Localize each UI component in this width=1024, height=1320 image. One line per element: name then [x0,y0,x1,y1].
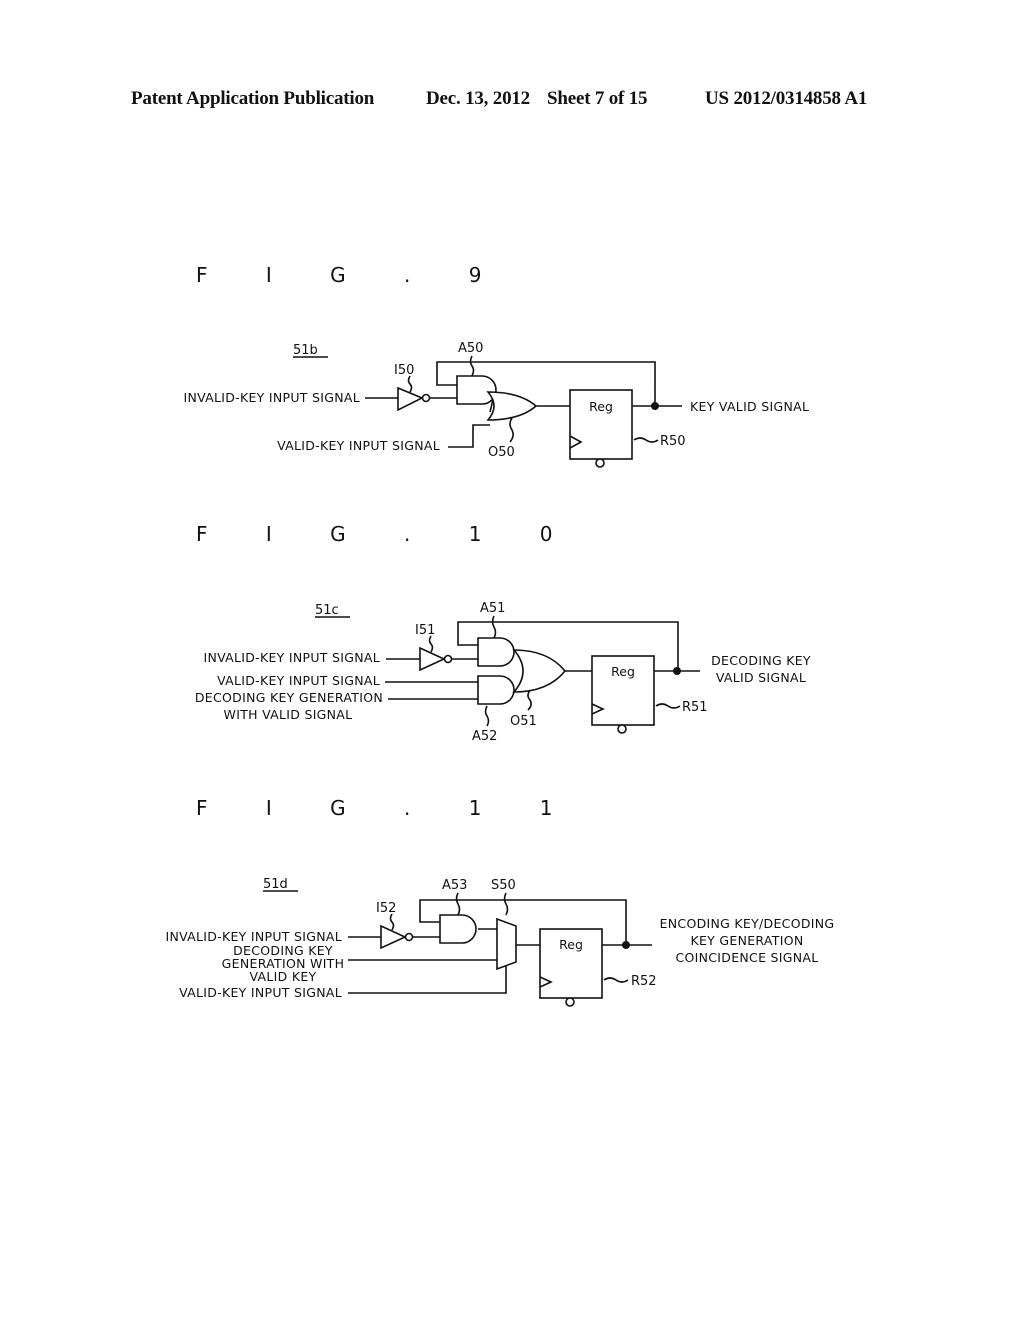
input-decoding-key-generation: DECODING KEY GENERATION [195,690,383,705]
output-decoding-key-valid-line2: VALID SIGNAL [716,670,806,685]
inverter-bubble [404,932,414,942]
and-gate [477,675,515,705]
leader-line [509,417,514,443]
reset-bubble [565,997,575,1007]
block-label-51d: 51d [263,877,288,892]
inverter-bubble [443,654,453,664]
output-decoding-key-valid: DECODING KEY [711,653,811,668]
leader-line [455,892,461,916]
ref-A53: A53 [442,878,467,893]
inverter-bubble [421,393,431,403]
input-decoding-key-generation-line3: VALID KEY [250,969,317,984]
input-invalid-key: INVALID-KEY INPUT SIGNAL [183,390,360,405]
ref-I51: I51 [415,623,435,638]
leader-line [503,892,509,916]
reset-bubble [595,458,605,468]
register-label: Reg [559,937,583,952]
ref-A50: A50 [458,341,483,356]
leader-line [603,977,629,983]
leader-line [407,375,413,393]
leader-line [491,615,497,639]
input-invalid-key: INVALID-KEY INPUT SIGNAL [165,929,342,944]
selector-mux [496,917,517,971]
leader-line [428,635,434,653]
input-valid-key: VALID-KEY INPUT SIGNAL [217,673,380,688]
wire [448,424,490,448]
input-valid-key: VALID-KEY INPUT SIGNAL [277,438,440,453]
leader-line [655,703,681,709]
leader-line [389,913,395,931]
input-valid-key: VALID-KEY INPUT SIGNAL [179,985,342,1000]
register-label: Reg [589,399,613,414]
ref-A51: A51 [480,601,505,616]
junction-dot [673,667,681,675]
leader-line [484,705,490,727]
figure-10-circuit: 51c INVALID-KEY INPUT SIGNAL VALID-KEY I… [195,601,811,744]
ref-O50: O50 [488,445,515,460]
ref-I50: I50 [394,363,414,378]
leader-line [633,437,659,443]
register-label: Reg [611,664,635,679]
circuit-diagrams: 51b INVALID-KEY INPUT SIGNAL VALID-KEY I… [165,341,835,1007]
ref-S50: S50 [491,878,516,893]
or-gate [486,391,538,421]
reset-bubble [617,724,627,734]
ref-A52: A52 [472,729,497,744]
and-gate [439,914,477,944]
wire [348,966,507,994]
and-gate [477,637,515,667]
ref-O51: O51 [510,714,537,729]
output-coincidence-signal: ENCODING KEY/DECODING [660,916,835,931]
ref-R52: R52 [631,974,657,989]
ref-R50: R50 [660,434,686,449]
leader-line [469,355,475,377]
output-coincidence-signal-line2: KEY GENERATION [690,933,803,948]
figure-9-circuit: 51b INVALID-KEY INPUT SIGNAL VALID-KEY I… [183,341,809,468]
ref-R51: R51 [682,700,708,715]
block-label-51b: 51b [293,343,318,358]
ref-I52: I52 [376,901,396,916]
and-gate [456,375,497,405]
or-gate [512,649,567,693]
output-key-valid: KEY VALID SIGNAL [690,399,809,414]
input-decoding-key-generation-line2: WITH VALID SIGNAL [224,707,353,722]
figure-11-circuit: 51d INVALID-KEY INPUT SIGNAL DECODING KE… [165,877,835,1007]
block-label-51c: 51c [315,603,339,618]
input-invalid-key: INVALID-KEY INPUT SIGNAL [203,650,380,665]
junction-dot [622,941,630,949]
output-coincidence-signal-line3: COINCIDENCE SIGNAL [675,950,818,965]
junction-dot [651,402,659,410]
leader-line [527,689,532,711]
